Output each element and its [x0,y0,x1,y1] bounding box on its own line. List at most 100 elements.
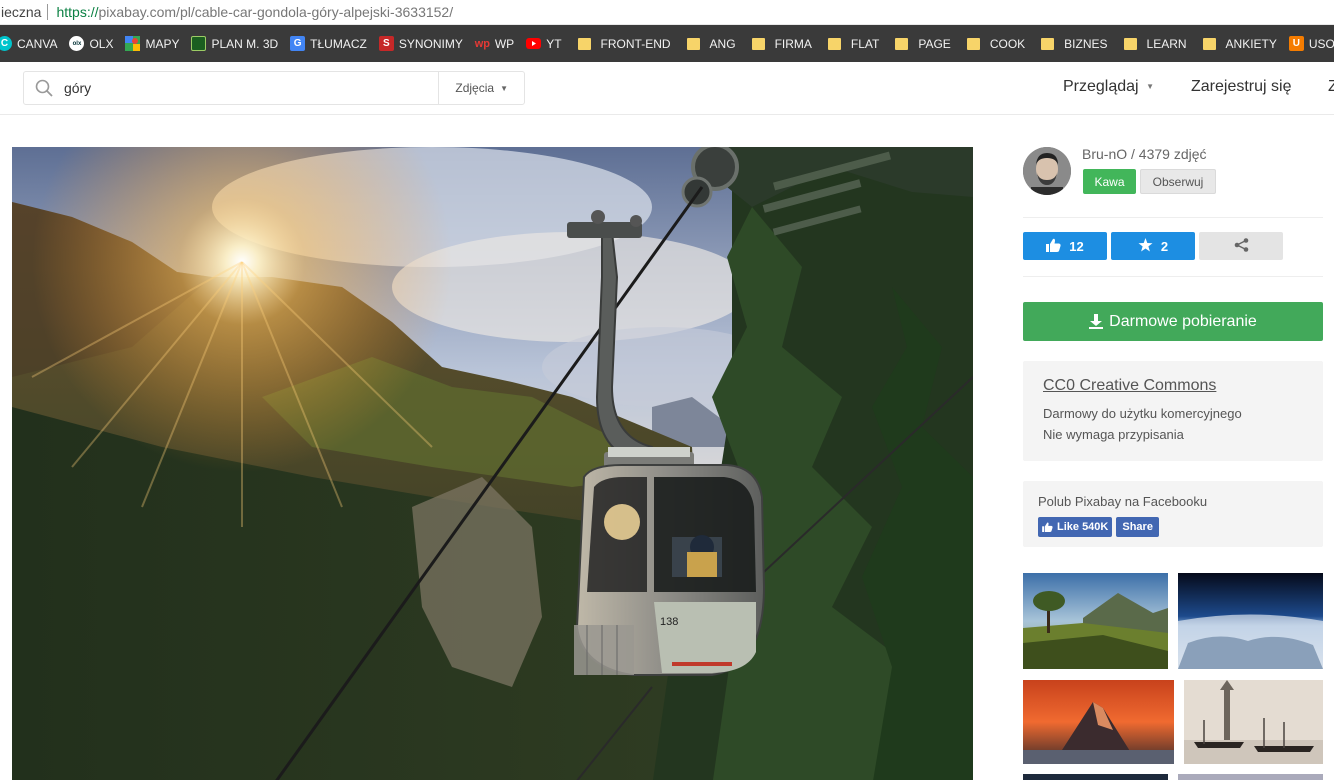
divider [1023,217,1323,218]
bookmark-label: USOS [1308,36,1334,51]
license-box: CC0 Creative Commons Darmowy do użytku k… [1023,361,1323,461]
folder-icon [1041,37,1055,50]
url-scheme[interactable]: https:// [56,4,98,20]
bookmark-label: FLAT [850,36,880,51]
bookmark-label: SYNONIMY [398,36,463,51]
coffee-button[interactable]: Kawa [1083,169,1136,194]
folder-icon [895,37,909,50]
address-separator [47,4,49,20]
bookmark-label: ANKIETY [1225,36,1277,51]
bookmark-page[interactable]: PAGE [891,36,951,51]
folder-icon [827,37,841,50]
olx-icon: olx [69,36,85,51]
bookmark-label: YT [546,36,562,51]
follow-button[interactable]: Obserwuj [1140,169,1216,194]
divider [1023,276,1323,277]
author-panel: Bru-nO / 4379 zdjęć Kawa Obserwuj [1023,145,1323,205]
bookmark-mapy[interactable]: MAPY [125,36,179,51]
usos-icon: U [1288,36,1304,51]
share-button[interactable] [1199,232,1283,260]
avatar[interactable] [1023,147,1071,195]
bookmark-label: TŁUMACZ [310,36,367,51]
bookmark-label: OLX [89,36,114,51]
facebook-share-button[interactable]: Share [1116,517,1159,537]
folder-icon [686,37,700,50]
bookmark-biznes[interactable]: BIZNES [1037,36,1108,51]
license-link[interactable]: CC0 Creative Commons [1043,377,1303,395]
bookmark-ang[interactable]: ANG [683,37,736,51]
license-line: Darmowy do użytku komercyjnego [1043,406,1242,421]
maps-icon [125,36,141,51]
related-thumbnail[interactable] [1178,573,1323,669]
facebook-label: Polub Pixabay na Facebooku [1038,494,1208,509]
folder-icon [1123,37,1137,50]
search-type-dropdown[interactable]: Zdjęcia ▼ [438,72,524,104]
bookmark-yt[interactable]: YT [526,36,562,51]
bookmark-usos[interactable]: U USOS [1288,36,1334,51]
bookmark-olx[interactable]: olx OLX [69,36,113,51]
search-type-label: Zdjęcia [455,81,495,95]
site-header: Zdjęcia ▼ Przeglądaj ▼ Zarejestruj się Z [0,62,1334,115]
folder-icon [1202,37,1216,50]
bookmark-label: COOK [989,36,1026,51]
bookmark-label: ANG [709,36,736,51]
favorite-button[interactable]: 2 [1111,232,1195,260]
nav-login[interactable]: Z [1328,78,1334,96]
facebook-box: Polub Pixabay na Facebooku Like 540K Sha… [1023,481,1323,547]
bookmark-label: PLAN M. 3D [211,36,279,51]
wp-icon: wp [474,37,490,50]
bookmark-firma[interactable]: FIRMA [748,37,812,51]
nav-browse[interactable]: Przeglądaj ▼ [1063,78,1154,96]
bookmark-flat[interactable]: FLAT [824,37,879,51]
bookmark-tlumacz[interactable]: G TŁUMACZ [290,36,367,51]
nav-register[interactable]: Zarejestruj się [1191,78,1291,96]
caret-down-icon: ▼ [1146,82,1154,91]
author-name[interactable]: Bru-nO / 4379 zdjęć [1082,146,1207,162]
related-thumbnail[interactable] [1023,573,1168,669]
bookmark-front-end[interactable]: FRONT-END [574,37,671,51]
bookmark-wp[interactable]: wp WP [475,36,514,51]
search-bar: Zdjęcia ▼ [23,71,525,105]
like-button[interactable]: 12 [1023,232,1107,260]
download-button[interactable]: Darmowe pobieranie [1023,302,1323,341]
related-thumbnail[interactable] [1184,680,1323,764]
bookmark-ankiety[interactable]: ANKIETY [1199,37,1277,51]
bookmark-label: FRONT-END [600,36,671,51]
bookmark-cook[interactable]: COOK [963,37,1025,51]
url-path[interactable]: pixabay.com/pl/cable-car-gondola-góry-al… [99,4,454,20]
main-photo[interactable]: 138 [12,147,973,780]
related-thumbnail[interactable] [1023,680,1174,764]
folder-icon [966,37,980,50]
bookmark-plan[interactable]: PLAN M. 3D [191,36,278,51]
photo-illustration: 138 [12,147,973,780]
star-icon [1138,237,1153,255]
bookmark-label: CANVA [17,36,58,51]
thumbs-up-icon [1042,522,1053,532]
caret-down-icon: ▼ [500,83,508,93]
facebook-like-button[interactable]: Like 540K [1038,517,1113,537]
bookmark-label: LEARN [1146,36,1187,51]
bookmark-label: WP [494,36,515,51]
search-icon[interactable] [24,79,64,97]
bookmark-label: BIZNES [1064,36,1108,51]
synonimy-icon: S [378,36,394,51]
bookmark-label: FIRMA [774,36,812,51]
youtube-icon [526,36,542,51]
search-input[interactable] [63,73,439,103]
related-thumbnail[interactable] [1023,774,1168,780]
bookmark-synonimy[interactable]: S SYNONIMY [378,36,463,51]
address-bar[interactable]: ieczna https://pixabay.com/pl/cable-car-… [0,0,1334,25]
download-label: Darmowe pobieranie [1109,312,1257,330]
canva-icon: C [0,36,12,51]
share-icon [1234,237,1249,255]
gondola-number: 138 [660,616,678,628]
plan-icon [191,36,207,51]
related-thumbnail[interactable] [1178,774,1323,780]
translate-icon: G [290,36,306,51]
bookmark-label: PAGE [918,36,951,51]
bookmarks-bar: C CANVA olx OLX MAPY PLAN M. 3D G TŁUMAC… [0,25,1334,62]
bookmark-canva[interactable]: C CANVA [0,36,57,51]
security-label[interactable]: ieczna [0,4,47,20]
bookmark-learn[interactable]: LEARN [1120,37,1187,51]
download-icon [1089,314,1104,329]
